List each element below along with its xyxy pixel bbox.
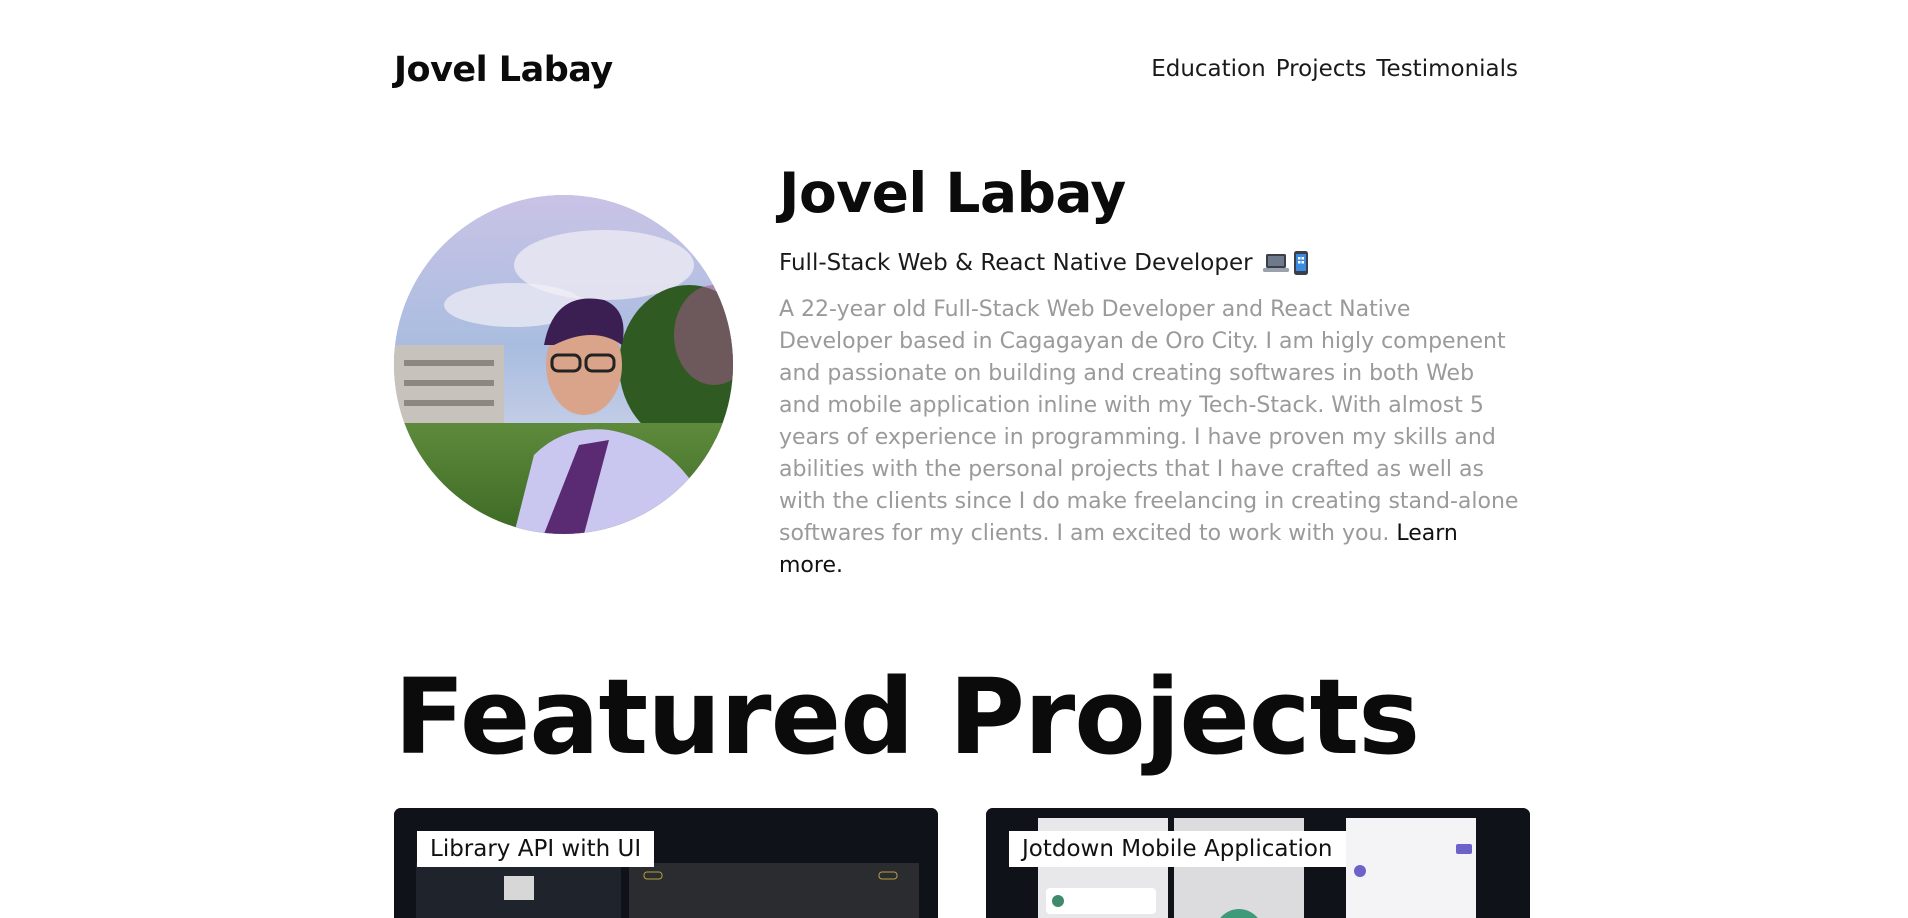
profile-photo (394, 195, 733, 534)
site-header: Jovel Labay Education Projects Testimoni… (394, 50, 1518, 100)
main-nav: Education Projects Testimonials (1151, 56, 1518, 82)
hero-role: Full-Stack Web & React Native Developer (779, 250, 1519, 276)
project-card-label: Library API with UI (417, 831, 655, 867)
hero-section: Jovel Labay Full-Stack Web & React Nativ… (779, 158, 1519, 604)
hero-name: Jovel Labay (779, 161, 1126, 225)
project-card-label: Jotdown Mobile Application (1009, 831, 1346, 867)
project-card-library-api[interactable]: Library API with UI (394, 808, 938, 918)
brand-logo-text[interactable]: Jovel Labay (394, 50, 613, 90)
featured-projects-title: Featured Projects (394, 656, 1420, 778)
hero-bio: A 22-year old Full-Stack Web Developer a… (779, 294, 1519, 582)
project-cards: Library API with UI Jotdown Mobile Appli… (394, 808, 1530, 918)
hero-role-text: Full-Stack Web & React Native Developer (779, 250, 1253, 276)
nav-link-education[interactable]: Education (1151, 56, 1266, 82)
nav-link-testimonials[interactable]: Testimonials (1376, 56, 1518, 82)
portfolio-page: Jovel Labay Education Projects Testimoni… (0, 0, 1908, 918)
mobile-phone-icon (1293, 251, 1308, 275)
nav-link-projects[interactable]: Projects (1276, 56, 1367, 82)
profile-photo-image (394, 195, 733, 534)
project-card-jotdown[interactable]: Jotdown Mobile Application (986, 808, 1530, 918)
laptop-icon (1262, 254, 1289, 272)
hero-bio-text: A 22-year old Full-Stack Web Developer a… (779, 297, 1519, 546)
role-emoji-icons (1262, 250, 1309, 276)
